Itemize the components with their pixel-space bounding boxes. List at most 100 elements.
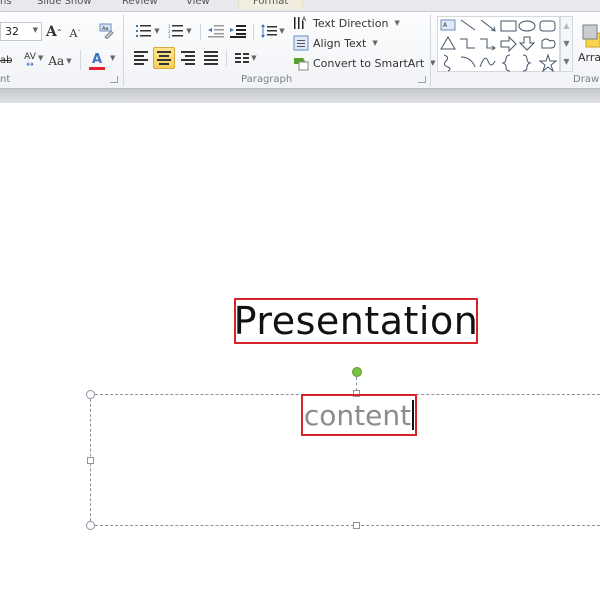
rotation-handle[interactable] — [352, 367, 362, 377]
font-group-label: nt — [0, 74, 11, 85]
rectangle-icon[interactable] — [500, 20, 517, 32]
resize-handle-bottom-left[interactable] — [86, 521, 95, 530]
elbow-connector-icon[interactable] — [460, 38, 475, 49]
arc-icon[interactable] — [460, 56, 476, 68]
shapes-gallery-scrollbar[interactable]: ▲ ▼ ▼ — [560, 16, 573, 72]
chevron-down-icon[interactable]: ▼ — [110, 54, 115, 62]
divider — [226, 50, 227, 66]
arrow-icon[interactable] — [480, 19, 496, 32]
grow-font-button[interactable]: A ^ — [46, 22, 62, 42]
convert-to-smartart-label: Convert to SmartArt — [313, 56, 425, 70]
elbow-arrow-connector-icon[interactable] — [480, 38, 496, 51]
clear-formatting-button[interactable]: Aa — [96, 22, 116, 40]
freeform-icon[interactable] — [443, 54, 451, 72]
grow-font-icon: A — [46, 24, 57, 40]
slide-title[interactable]: Presentation — [234, 298, 478, 344]
align-text-label: Align Text — [313, 36, 367, 50]
arrange-label: Arra — [578, 50, 600, 64]
svg-text:3: 3 — [168, 34, 171, 38]
font-color-icon: A — [91, 51, 103, 67]
decrease-indent-icon — [208, 25, 224, 38]
font-size-value: 32 — [5, 25, 19, 38]
text-direction-label: Text Direction — [313, 16, 389, 30]
left-brace-icon[interactable] — [501, 54, 511, 72]
resize-handle-top-left[interactable] — [86, 390, 95, 399]
clear-formatting-icon: Aa — [99, 23, 114, 39]
columns-button[interactable]: ▼ — [233, 48, 259, 68]
oval-icon[interactable] — [518, 20, 536, 32]
tab-design[interactable]: ns — [0, 0, 12, 9]
columns-icon — [235, 53, 250, 63]
ribbon: 32 ▼ A^ Aˇ Aa abc AV↔ ▼ Aa▼ A ▼ nt ▼ 123… — [0, 12, 600, 89]
shrink-font-button[interactable]: Aˇ — [68, 24, 82, 42]
divider — [80, 50, 81, 70]
bullets-button[interactable]: ▼ — [133, 22, 163, 40]
down-arrow-icon[interactable] — [518, 36, 536, 51]
change-case-button[interactable]: Aa ▼ — [48, 52, 71, 70]
group-divider — [430, 14, 431, 86]
justify-button[interactable] — [202, 48, 220, 68]
align-text-button[interactable]: Align Text ▼ — [293, 35, 378, 51]
shrink-font-icon: A — [69, 26, 78, 40]
font-dialog-launcher[interactable] — [110, 76, 118, 83]
justify-icon — [204, 51, 218, 65]
text-direction-button[interactable]: A Text Direction ▼ — [293, 15, 400, 31]
chevron-down-icon[interactable]: ▼ — [33, 26, 38, 34]
align-right-button[interactable] — [179, 48, 197, 68]
line-spacing-button[interactable]: ▼ — [260, 22, 286, 40]
align-center-icon — [157, 51, 171, 65]
smartart-icon — [294, 58, 309, 71]
flowchart-shape-icon[interactable] — [541, 38, 556, 49]
arrange-icon — [582, 24, 600, 47]
change-case-icon: Aa — [48, 54, 65, 68]
shapes-gallery: A — [437, 16, 560, 73]
chevron-down-icon[interactable]: ▼ — [38, 54, 43, 62]
triangle-icon[interactable] — [440, 36, 456, 50]
content-text-highlight[interactable]: content — [301, 394, 417, 436]
arrange-button[interactable]: Arra — [578, 14, 600, 72]
divider — [200, 24, 201, 40]
curve-icon[interactable] — [479, 57, 496, 68]
rotation-connector — [356, 377, 357, 391]
increase-indent-icon — [230, 25, 246, 38]
right-brace-icon[interactable] — [522, 54, 532, 72]
resize-handle-bottom[interactable] — [353, 522, 360, 529]
paragraph-dialog-launcher[interactable] — [418, 76, 426, 83]
right-arrow-icon[interactable] — [500, 35, 517, 53]
convert-to-smartart-button[interactable]: Convert to SmartArt ▼ — [293, 55, 436, 71]
scroll-up-icon[interactable]: ▲ — [561, 17, 572, 35]
align-right-icon — [181, 51, 195, 65]
scroll-down-icon[interactable]: ▼ — [561, 35, 572, 53]
group-divider — [123, 14, 124, 86]
svg-text:Aa: Aa — [102, 26, 108, 32]
tab-view[interactable]: View — [186, 0, 210, 9]
tab-slide-show[interactable]: Slide Show — [37, 0, 92, 9]
svg-text:A: A — [302, 16, 307, 23]
line-icon[interactable] — [460, 19, 476, 31]
ribbon-bottom-border — [0, 89, 600, 103]
align-left-button[interactable] — [132, 48, 150, 68]
numbering-button[interactable]: 1 2 3 ▼ — [165, 22, 195, 40]
tab-review[interactable]: Review — [122, 0, 158, 9]
line-spacing-icon — [261, 24, 278, 38]
more-shapes-icon[interactable]: ▼ — [561, 53, 572, 71]
font-color-button[interactable]: A — [88, 50, 106, 72]
rounded-rectangle-icon[interactable] — [539, 20, 556, 32]
numbering-icon: 123 — [168, 24, 184, 38]
resize-handle-left[interactable] — [87, 457, 94, 464]
paragraph-group-label: Paragraph — [241, 74, 293, 85]
ribbon-tabs: ns Slide Show Review View Format — [0, 0, 600, 12]
font-color-swatch — [89, 66, 105, 70]
drawing-group-label: Draw — [573, 74, 600, 85]
increase-indent-button[interactable] — [229, 22, 247, 40]
strikethrough-button[interactable]: abc — [0, 51, 12, 69]
align-center-button[interactable] — [153, 47, 175, 69]
text-box-icon[interactable]: A — [440, 19, 456, 31]
tab-format[interactable]: Format — [238, 0, 304, 9]
content-text: content — [303, 398, 412, 432]
slide-title-text: Presentation — [233, 299, 479, 343]
star-icon[interactable] — [538, 53, 558, 73]
decrease-indent-button[interactable] — [207, 22, 225, 40]
font-size-combo[interactable]: 32 ▼ — [0, 22, 42, 41]
bullets-icon — [136, 25, 152, 37]
